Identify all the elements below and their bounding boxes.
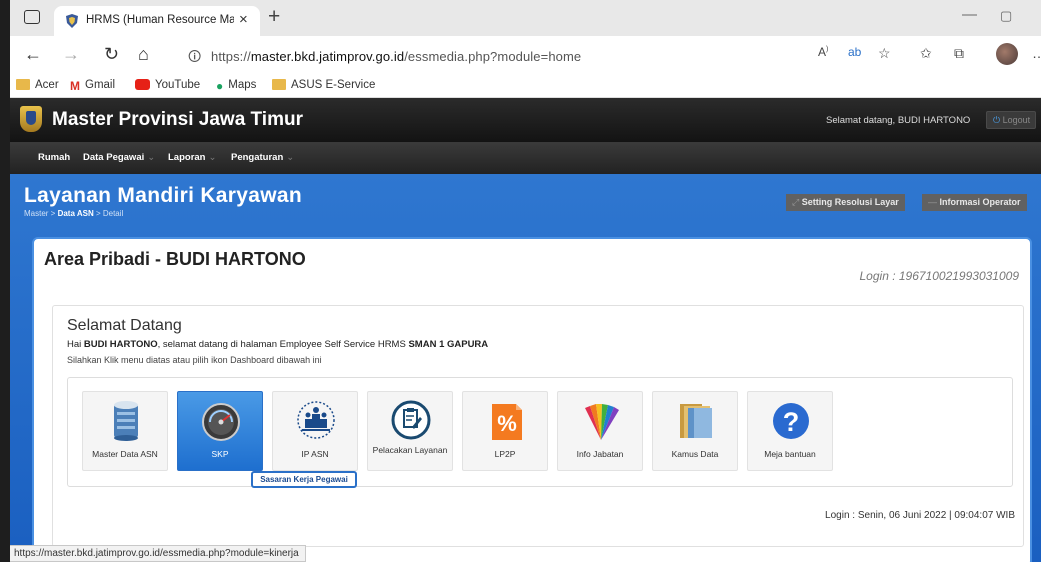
setting-resolution-button[interactable]: ⤢ Setting Resolusi Layar bbox=[786, 194, 905, 211]
skp-tooltip: Sasaran Kerja Pegawai bbox=[251, 471, 357, 488]
folder-icon bbox=[272, 79, 286, 90]
welcome-message: Hai BUDI HARTONO, selamat datang di hala… bbox=[67, 339, 489, 350]
bookmark-maps[interactable]: ● Maps bbox=[216, 79, 256, 93]
logout-button[interactable]: ⏻ Logout bbox=[986, 111, 1036, 129]
close-tab-icon[interactable]: × bbox=[239, 11, 248, 28]
login-id: Login : 196710021993031009 bbox=[859, 269, 1020, 283]
tile-ip-asn[interactable]: IP ASN bbox=[272, 391, 358, 471]
speedometer-icon bbox=[202, 403, 240, 441]
url-text: https://master.bkd.jatimprov.go.id/essme… bbox=[211, 49, 582, 64]
welcome-box: Selamat Datang Hai BUDI HARTONO, selamat… bbox=[52, 305, 1024, 547]
shield-favicon-icon bbox=[66, 14, 78, 28]
tile-meja-bantuan[interactable]: ? Meja bantuan bbox=[747, 391, 833, 471]
dash-icon: — bbox=[928, 197, 937, 207]
tile-label: Kamus Data bbox=[671, 449, 719, 459]
tab-actions-icon[interactable] bbox=[24, 10, 40, 24]
collections-icon[interactable]: ⧉ bbox=[954, 45, 964, 62]
youtube-icon bbox=[135, 79, 150, 90]
dashboard-icons: Master Data ASN SKP IP ASN Pelacakan Lay… bbox=[67, 377, 1013, 488]
read-aloud-icon[interactable]: A) bbox=[818, 45, 828, 59]
podium-icon bbox=[297, 401, 335, 439]
breadcrumb-master[interactable]: Master bbox=[24, 209, 48, 218]
tab-title: HRMS (Human Resource Manage bbox=[86, 14, 234, 26]
tile-skp[interactable]: SKP bbox=[177, 391, 263, 471]
profile-avatar[interactable] bbox=[996, 43, 1018, 65]
page-title: Layanan Mandiri Karyawan bbox=[24, 184, 302, 207]
menu-pengaturan[interactable]: Pengaturan ⌄ bbox=[231, 152, 294, 163]
page-content: Layanan Mandiri Karyawan Master > Data A… bbox=[10, 174, 1041, 562]
more-icon[interactable]: … bbox=[1032, 45, 1041, 61]
welcome-title: Selamat Datang bbox=[67, 317, 182, 334]
login-timestamp: Login : Senin, 06 Juni 2022 | 09:04:07 W… bbox=[825, 510, 1015, 521]
breadcrumb-data-asn[interactable]: Data ASN bbox=[58, 209, 94, 218]
site-menu: Rumah Data Pegawai ⌄ Laporan ⌄ Pengaturan ⌄ bbox=[10, 142, 1041, 174]
operator-info-button[interactable]: — Informasi Operator bbox=[922, 194, 1027, 211]
area-title: Area Pribadi - BUDI HARTONO bbox=[44, 249, 306, 269]
breadcrumb: Master > Data ASN > Detail bbox=[24, 209, 124, 218]
refresh-icon[interactable]: ↻ bbox=[104, 44, 119, 65]
svg-text:?: ? bbox=[783, 407, 800, 437]
chevron-down-icon: ⌄ bbox=[208, 152, 217, 163]
tile-label: LP2P bbox=[494, 449, 516, 459]
bookmarks-bar: Acer M Gmail YouTube ● Maps ASUS E-Service bbox=[10, 76, 1041, 98]
tile-label: Info Jabatan bbox=[576, 449, 624, 459]
tile-label: Master Data ASN bbox=[92, 449, 158, 459]
tile-master-data-asn[interactable]: Master Data ASN bbox=[82, 391, 168, 471]
translate-icon[interactable]: ab bbox=[848, 45, 861, 59]
personal-area-panel: Area Pribadi - BUDI HARTONO Login : 1967… bbox=[32, 237, 1032, 562]
page-info-icon[interactable]: 🛈 bbox=[188, 48, 201, 70]
menu-rumah[interactable]: Rumah bbox=[38, 152, 70, 163]
browser-tab[interactable]: HRMS (Human Resource Manage × bbox=[54, 6, 260, 36]
color-fan-icon bbox=[585, 404, 619, 440]
favorites-icon[interactable]: ✩ bbox=[920, 45, 932, 62]
province-logo-icon bbox=[20, 106, 42, 132]
tab-strip: HRMS (Human Resource Manage × + — ▢ bbox=[10, 0, 1041, 36]
welcome-user: Selamat datang, BUDI HARTONO bbox=[826, 115, 971, 126]
percent-icon: % bbox=[492, 404, 522, 440]
folder-icon bbox=[16, 79, 30, 90]
status-bar-url: https://master.bkd.jatimprov.go.id/essme… bbox=[10, 545, 306, 562]
resize-icon: ⤢ bbox=[792, 197, 800, 207]
menu-data-pegawai[interactable]: Data Pegawai ⌄ bbox=[83, 152, 155, 163]
database-icon bbox=[114, 401, 138, 441]
favorite-star-icon[interactable]: ☆ bbox=[878, 45, 891, 62]
tile-kamus-data[interactable]: Kamus Data bbox=[652, 391, 738, 471]
breadcrumb-detail: Detail bbox=[102, 209, 124, 218]
home-icon[interactable]: ⌂ bbox=[138, 44, 149, 65]
chevron-down-icon: ⌄ bbox=[147, 152, 156, 163]
url-field[interactable]: 🛈 https://master.bkd.jatimprov.go.id/ess… bbox=[178, 42, 1041, 70]
tile-info-jabatan[interactable]: Info Jabatan bbox=[557, 391, 643, 471]
help-icon: ? bbox=[773, 403, 809, 439]
svg-text:%: % bbox=[497, 411, 517, 436]
tile-label: Pelacakan Layanan bbox=[372, 445, 448, 455]
chevron-down-icon: ⌄ bbox=[286, 152, 295, 163]
menu-laporan[interactable]: Laporan ⌄ bbox=[168, 152, 216, 163]
tile-label: Meja bantuan bbox=[764, 449, 816, 459]
tile-pelacakan-layanan[interactable]: Pelacakan Layanan bbox=[367, 391, 453, 471]
forward-icon[interactable]: → bbox=[62, 44, 80, 65]
tile-label: SKP bbox=[211, 449, 229, 459]
tile-label: IP ASN bbox=[301, 449, 329, 459]
bookmark-youtube[interactable]: YouTube bbox=[135, 79, 200, 91]
gmail-icon: M bbox=[70, 79, 80, 93]
new-tab-icon[interactable]: + bbox=[268, 5, 280, 29]
clipboard-icon bbox=[391, 400, 431, 440]
bookmark-asus[interactable]: ASUS E-Service bbox=[272, 79, 375, 91]
site-header: Master Provinsi Jawa Timur Selamat datan… bbox=[10, 98, 1041, 142]
browser-window: HRMS (Human Resource Manage × + — ▢ ← → … bbox=[10, 0, 1041, 562]
instruction-text: Silahkan Klik menu diatas atau pilih iko… bbox=[67, 355, 322, 365]
maximize-icon[interactable]: ▢ bbox=[1000, 8, 1012, 24]
maps-icon: ● bbox=[216, 79, 224, 93]
bookmark-acer[interactable]: Acer bbox=[16, 79, 59, 91]
bookmark-gmail[interactable]: M Gmail bbox=[70, 79, 115, 93]
tile-lp2p[interactable]: % LP2P bbox=[462, 391, 548, 471]
book-icon bbox=[680, 404, 712, 438]
address-bar: ← → ↻ ⌂ 🛈 https://master.bkd.jatimprov.g… bbox=[10, 36, 1041, 76]
back-icon[interactable]: ← bbox=[24, 44, 42, 65]
power-icon: ⏻ bbox=[993, 115, 1001, 125]
minimize-icon[interactable]: — bbox=[962, 6, 977, 23]
site-title: Master Provinsi Jawa Timur bbox=[52, 109, 303, 130]
